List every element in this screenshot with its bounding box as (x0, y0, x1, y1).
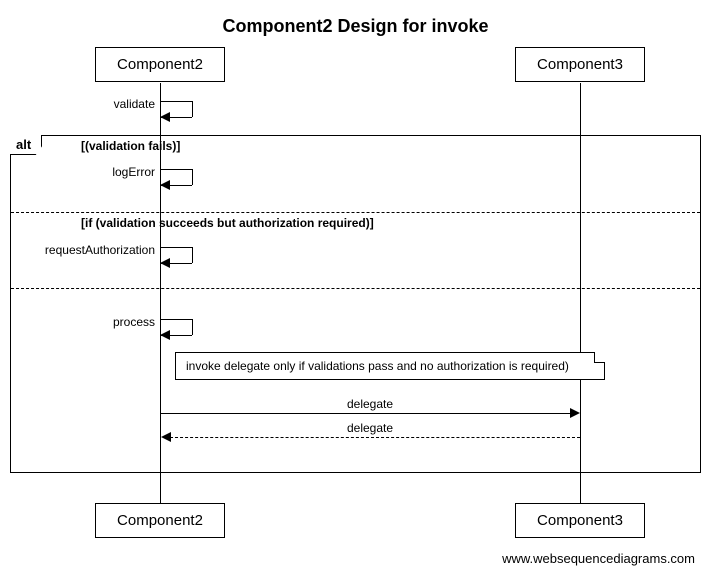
msg-logerror-label: logError (100, 165, 155, 179)
alt-label: alt (10, 135, 42, 155)
diagram-title: Component2 Design for invoke (10, 16, 701, 37)
diagram-note: invoke delegate only if validations pass… (175, 352, 605, 380)
alt-guard-1: [(validation fails)] (81, 139, 180, 153)
participant-component2-bottom: Component2 (95, 503, 225, 538)
msg-validate-label: validate (100, 97, 155, 111)
msg-delegate-return-line (170, 437, 580, 438)
participant-component3-bottom: Component3 (515, 503, 645, 538)
msg-delegate-return-arrow (161, 432, 171, 442)
msg-delegate-return-label: delegate (160, 421, 580, 435)
alt-divider-1 (11, 212, 700, 213)
alt-guard-2: [if (validation succeeds but authorizati… (81, 216, 374, 230)
note-fold-icon (594, 352, 605, 363)
msg-process-label: process (100, 315, 155, 329)
msg-reqauth-label: requestAuthorization (20, 243, 155, 257)
alt-divider-2 (11, 288, 700, 289)
msg-delegate-call-label: delegate (160, 397, 580, 411)
sequence-diagram: Component2 Component3 validate alt [(val… (10, 47, 701, 547)
msg-delegate-call-arrow (570, 408, 580, 418)
participant-component2-top: Component2 (95, 47, 225, 82)
msg-delegate-call-line (161, 413, 571, 414)
participant-component3-top: Component3 (515, 47, 645, 82)
note-text: invoke delegate only if validations pass… (186, 359, 569, 373)
